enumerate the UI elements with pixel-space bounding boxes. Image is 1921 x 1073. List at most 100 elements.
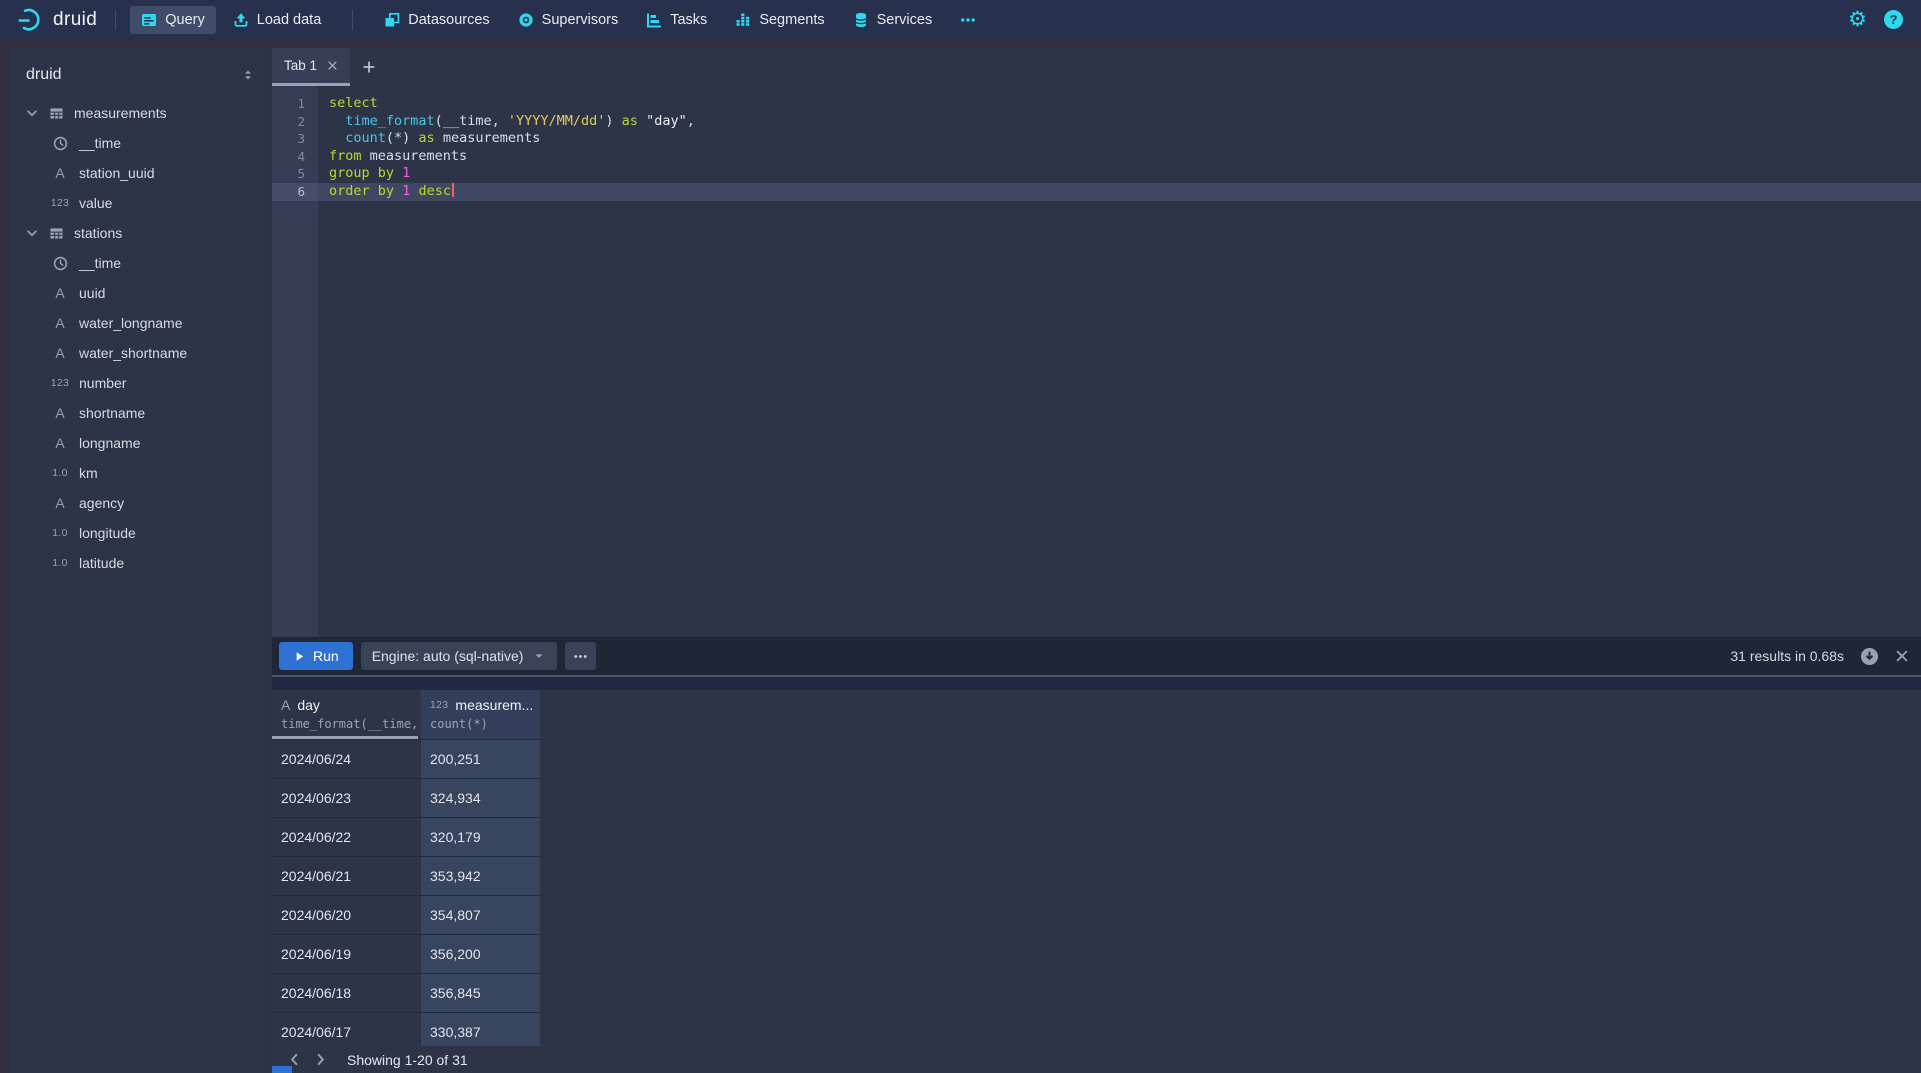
number-type-icon: 123	[49, 197, 71, 209]
string-type-icon: A	[49, 165, 71, 181]
nav-item-datasources[interactable]: Datasources	[373, 6, 500, 34]
druid-brand[interactable]: druid	[18, 7, 97, 33]
column-name-label: water_shortname	[79, 345, 187, 361]
run-bar: Run Engine: auto (sql-native) 31 results…	[272, 637, 1921, 675]
sidebar-table-stations[interactable]: stations	[10, 218, 271, 248]
query-more-button[interactable]	[565, 642, 596, 670]
number-type-icon: 123	[49, 377, 71, 389]
table-cell[interactable]: 324,934	[421, 779, 540, 817]
table-cell[interactable]: 356,845	[421, 974, 540, 1012]
nav-item-label: Supervisors	[542, 12, 619, 28]
sidebar-column-agency[interactable]: Aagency	[10, 488, 271, 518]
engine-select-button[interactable]: Engine: auto (sql-native)	[361, 642, 558, 670]
code-line[interactable]: select	[318, 95, 1921, 113]
table-row: 2024/06/21353,942	[272, 857, 540, 896]
double-caret-vertical-icon[interactable]	[241, 68, 255, 82]
nav-item-more[interactable]	[949, 6, 987, 34]
table-cell[interactable]: 2024/06/18	[272, 974, 421, 1012]
sidebar-column-shortname[interactable]: Ashortname	[10, 398, 271, 428]
table-cell[interactable]: 2024/06/21	[272, 857, 421, 895]
sql-token	[329, 130, 345, 146]
sql-editor[interactable]: 123456 select time_format(__time, 'YYYY/…	[272, 86, 1921, 637]
sidebar-column-longitude[interactable]: 1.0longitude	[10, 518, 271, 548]
table-cell[interactable]: 2024/06/23	[272, 779, 421, 817]
nav-item-services[interactable]: Services	[842, 6, 944, 34]
table-cell[interactable]: 2024/06/17	[272, 1013, 421, 1046]
sidebar-column-station_uuid[interactable]: Astation_uuid	[10, 158, 271, 188]
table-name-label: measurements	[74, 105, 167, 121]
sidebar-column-km[interactable]: 1.0km	[10, 458, 271, 488]
sidebar-table-measurements[interactable]: measurements	[10, 98, 271, 128]
table-cell[interactable]: 2024/06/19	[272, 935, 421, 973]
add-tab-button[interactable]	[350, 48, 388, 86]
results-column-header-2[interactable]: 123measurem...count(*)	[421, 690, 540, 740]
nav-item-segments[interactable]: Segments	[724, 6, 835, 34]
close-results-button[interactable]	[1895, 649, 1909, 663]
code-line[interactable]: from measurements	[318, 148, 1921, 166]
float-type-icon: 1.0	[49, 467, 71, 479]
download-icon	[1860, 647, 1879, 666]
table-cell[interactable]: 356,200	[421, 935, 540, 973]
plus-icon	[362, 60, 376, 74]
code-line[interactable]: count(*) as measurements	[318, 130, 1921, 148]
table-cell[interactable]: 320,179	[421, 818, 540, 856]
sidebar-column-__time[interactable]: __time	[10, 248, 271, 278]
table-cell[interactable]: 330,387	[421, 1013, 540, 1046]
code-line[interactable]: time_format(__time, 'YYYY/MM/dd') as "da…	[318, 113, 1921, 131]
sql-token	[329, 113, 345, 129]
partial-blue-element	[272, 1066, 292, 1073]
sql-token	[394, 183, 402, 199]
table-row: 2024/06/20354,807	[272, 896, 540, 935]
help-icon[interactable]: ?	[1884, 10, 1903, 29]
sql-token: "day"	[646, 113, 687, 129]
runbar-right: 31 results in 0.68s	[1730, 647, 1909, 666]
run-button[interactable]: Run	[279, 642, 353, 670]
download-results-button[interactable]	[1860, 647, 1879, 666]
sql-token: )	[605, 113, 621, 129]
sidebar-column-latitude[interactable]: 1.0latitude	[10, 548, 271, 578]
settings-gear-icon[interactable]: ⚙	[1848, 9, 1867, 30]
results-column-header-1[interactable]: Adaytime_format(__time, …	[272, 690, 421, 740]
sql-token: measurements	[435, 130, 541, 146]
panel-resize-handle[interactable]	[272, 675, 1921, 690]
sidebar-column-water_shortname[interactable]: Awater_shortname	[10, 338, 271, 368]
schema-tree: measurements__timeAstation_uuid123values…	[10, 98, 271, 578]
text-cursor	[452, 183, 454, 197]
column-name-label: number	[79, 375, 126, 391]
run-label: Run	[313, 648, 339, 664]
sidebar-column-water_longname[interactable]: Awater_longname	[10, 308, 271, 338]
sql-token: desc	[418, 183, 451, 199]
more-icon	[573, 649, 588, 664]
next-page-button[interactable]	[307, 1052, 333, 1067]
nav-item-query[interactable]: Query	[130, 6, 216, 34]
sidebar-column-__time[interactable]: __time	[10, 128, 271, 158]
column-header-name: 123measurem...	[430, 697, 540, 713]
table-cell[interactable]: 2024/06/22	[272, 818, 421, 856]
results-status: 31 results in 0.68s	[1730, 648, 1844, 664]
chevron-left-icon	[287, 1052, 302, 1067]
nav-item-load-data[interactable]: Load data	[222, 6, 333, 34]
code-line[interactable]: order by 1 desc	[318, 183, 1921, 201]
close-tab-icon[interactable]	[327, 60, 338, 71]
table-cell[interactable]: 200,251	[421, 740, 540, 778]
sidebar-column-value[interactable]: 123 value	[10, 188, 271, 218]
sidebar-column-uuid[interactable]: Auuid	[10, 278, 271, 308]
table-cell[interactable]: 2024/06/20	[272, 896, 421, 934]
brand-text: druid	[53, 9, 97, 31]
nav-item-supervisors[interactable]: Supervisors	[507, 6, 630, 34]
nav-item-tasks[interactable]: Tasks	[635, 6, 718, 34]
prev-page-button[interactable]	[281, 1052, 307, 1067]
sidebar-column-longname[interactable]: Alongname	[10, 428, 271, 458]
table-row: 2024/06/24200,251	[272, 740, 540, 779]
table-cell[interactable]: 353,942	[421, 857, 540, 895]
nav-item-label: Load data	[257, 12, 322, 28]
sidebar-column-number[interactable]: 123 number	[10, 368, 271, 398]
table-cell[interactable]: 2024/06/24	[272, 740, 421, 778]
code-line[interactable]: group by 1	[318, 165, 1921, 183]
table-row: 2024/06/22320,179	[272, 818, 540, 857]
column-name-label: value	[79, 195, 112, 211]
table-cell[interactable]: 354,807	[421, 896, 540, 934]
number-type-icon: 123	[430, 699, 448, 711]
column-name-label: water_longname	[79, 315, 183, 331]
tab-1[interactable]: Tab 1	[272, 48, 350, 86]
